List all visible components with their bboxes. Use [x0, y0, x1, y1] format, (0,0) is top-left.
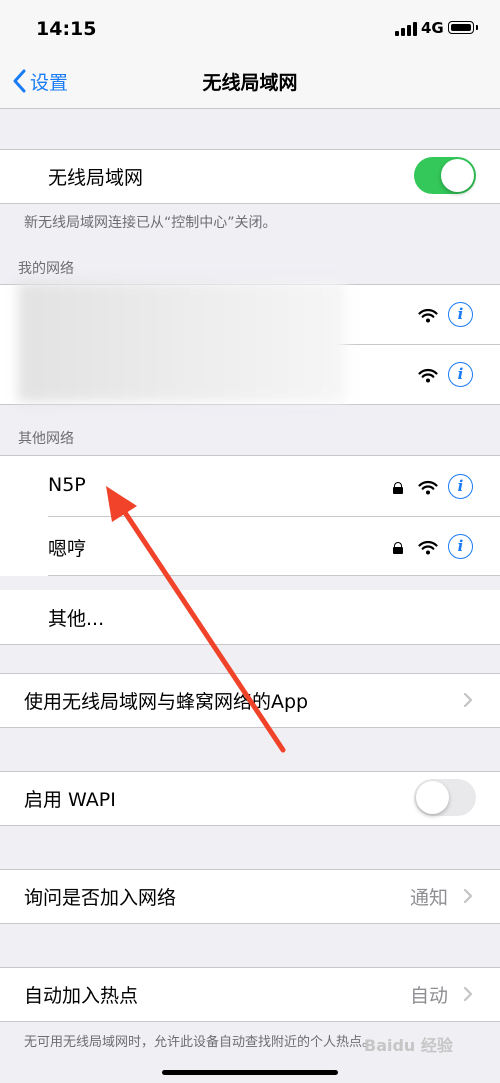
home-indicator: [162, 1070, 338, 1075]
watermark: Baidu 经验: [364, 1036, 453, 1055]
red-arrow-annotation: [106, 486, 286, 753]
